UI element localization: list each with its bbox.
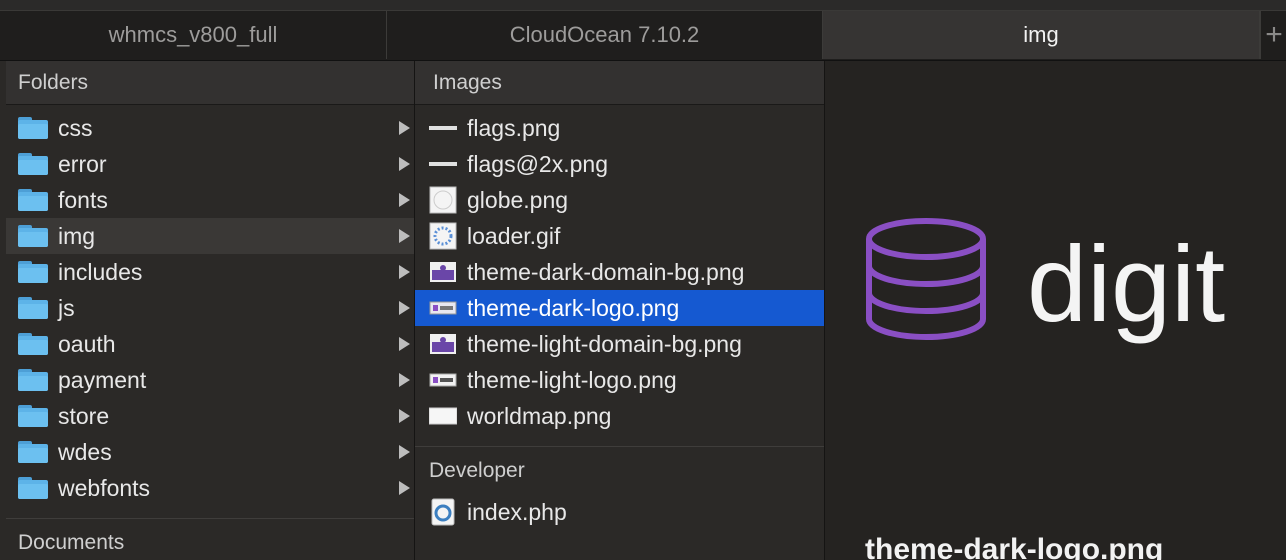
worldmap-thumb-icon [429, 402, 457, 430]
preview-logo-text: digit [1027, 223, 1225, 344]
file-label: index.php [467, 498, 567, 525]
folder-item-webfonts[interactable]: webfonts [6, 470, 414, 506]
folder-icon [18, 369, 48, 391]
chevron-right-icon [399, 373, 410, 387]
chevron-right-icon [399, 481, 410, 495]
documents-header: Documents [6, 525, 414, 560]
file-label: flags.png [467, 114, 561, 141]
chevron-right-icon [399, 121, 410, 135]
chevron-right-icon [399, 265, 410, 279]
file-label: globe.png [467, 186, 569, 213]
folder-label: store [58, 402, 110, 429]
folders-header: Folders [6, 61, 414, 105]
folder-label: img [58, 222, 96, 249]
image-preview: digit [866, 218, 1225, 344]
globe-thumb-icon [429, 186, 457, 214]
database-logo-icon [866, 218, 986, 340]
file-item-loader[interactable]: loader.gif [415, 218, 824, 254]
folder-item-wdes[interactable]: wdes [6, 434, 414, 470]
folder-label: oauth [58, 330, 116, 357]
folder-item-includes[interactable]: includes [6, 254, 414, 290]
folder-icon [18, 261, 48, 283]
plus-icon: + [1265, 18, 1283, 51]
folder-icon [18, 225, 48, 247]
preview-pane: digit theme-dark-logo.png [825, 61, 1286, 560]
folder-icon [18, 333, 48, 355]
tab-bar: whmcs_v800_full CloudOcean 7.10.2 img + [0, 0, 1286, 61]
tab-cloudocean[interactable]: CloudOcean 7.10.2 [387, 11, 823, 59]
folder-label: includes [58, 258, 143, 285]
documents-header-label: Documents [18, 531, 125, 554]
developer-header: Developer [415, 453, 824, 489]
tab-img[interactable]: img [823, 11, 1260, 59]
folder-label: wdes [58, 438, 112, 465]
folder-label: fonts [58, 186, 108, 213]
chevron-right-icon [399, 337, 410, 351]
file-label: worldmap.png [467, 402, 612, 429]
chevron-right-icon [399, 409, 410, 423]
chevron-right-icon [399, 445, 410, 459]
file-label: theme-light-domain-bg.png [467, 330, 742, 357]
folder-item-css[interactable]: css [6, 110, 414, 146]
file-item-worldmap[interactable]: worldmap.png [415, 398, 824, 434]
section-divider [415, 446, 824, 447]
folder-label: js [58, 294, 75, 321]
folder-item-oauth[interactable]: oauth [6, 326, 414, 362]
folder-item-fonts[interactable]: fonts [6, 182, 414, 218]
folder-label: error [58, 150, 107, 177]
file-item-flags[interactable]: flags.png [415, 110, 824, 146]
folder-label: payment [58, 366, 147, 393]
images-header: Images [415, 61, 824, 105]
folder-item-store[interactable]: store [6, 398, 414, 434]
images-pane[interactable]: Images flags.png flags@2x.png globe.png … [415, 61, 825, 560]
file-label: theme-light-logo.png [467, 366, 677, 393]
file-item-theme-light-logo[interactable]: theme-light-logo.png [415, 362, 824, 398]
chevron-right-icon [399, 229, 410, 243]
folder-item-error[interactable]: error [6, 146, 414, 182]
folder-item-payment[interactable]: payment [6, 362, 414, 398]
folder-icon [18, 189, 48, 211]
tab-whmcs[interactable]: whmcs_v800_full [0, 11, 387, 59]
logo-thumb-icon [429, 366, 457, 394]
folder-label: css [58, 114, 93, 141]
preview-filename: theme-dark-logo.png [865, 533, 1164, 560]
file-label: theme-dark-domain-bg.png [467, 258, 745, 285]
flags-thumb-icon [429, 150, 457, 178]
file-item-index-php[interactable]: index.php [415, 494, 824, 530]
file-item-theme-light-domain-bg[interactable]: theme-light-domain-bg.png [415, 326, 824, 362]
folder-icon [18, 477, 48, 499]
file-item-theme-dark-logo[interactable]: theme-dark-logo.png [415, 290, 824, 326]
file-label: loader.gif [467, 222, 561, 249]
folder-icon [18, 153, 48, 175]
folder-icon [18, 117, 48, 139]
logo-thumb-icon [429, 294, 457, 322]
file-label: flags@2x.png [467, 150, 608, 177]
folder-icon [18, 297, 48, 319]
section-divider [6, 518, 414, 519]
title-strip [0, 0, 1286, 11]
folder-item-img[interactable]: img [6, 218, 414, 254]
file-item-flags-2x[interactable]: flags@2x.png [415, 146, 824, 182]
chevron-right-icon [399, 301, 410, 315]
domain-bg-thumb-icon [429, 330, 457, 358]
php-file-icon [429, 498, 457, 526]
folder-item-js[interactable]: js [6, 290, 414, 326]
domain-bg-thumb-icon [429, 258, 457, 286]
chevron-right-icon [399, 157, 410, 171]
folders-pane[interactable]: Folders css error fonts img includes js … [0, 61, 415, 560]
add-tab-button[interactable]: + [1260, 11, 1286, 59]
folder-icon [18, 441, 48, 463]
file-label: theme-dark-logo.png [467, 294, 680, 321]
folder-icon [18, 405, 48, 427]
file-item-globe[interactable]: globe.png [415, 182, 824, 218]
file-item-theme-dark-domain-bg[interactable]: theme-dark-domain-bg.png [415, 254, 824, 290]
developer-header-label: Developer [429, 459, 525, 482]
flags-thumb-icon [429, 114, 457, 142]
folder-label: webfonts [58, 474, 151, 501]
loader-thumb-icon [429, 222, 457, 250]
chevron-right-icon [399, 193, 410, 207]
